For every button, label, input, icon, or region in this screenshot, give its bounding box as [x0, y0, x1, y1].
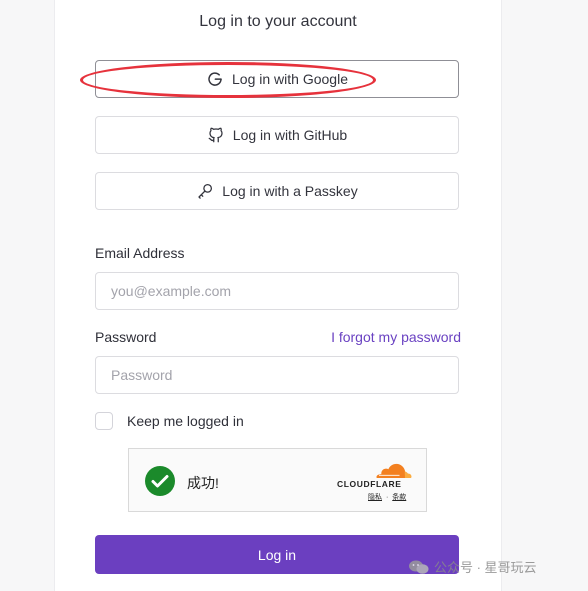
keep-logged-in-checkbox[interactable] [95, 412, 113, 430]
forgot-password-link[interactable]: I forgot my password [331, 329, 461, 345]
wechat-icon [408, 559, 430, 575]
watermark-text: 公众号 · 星哥玩云 [434, 560, 537, 575]
password-label: Password [95, 329, 157, 345]
github-login-label: Log in with GitHub [232, 127, 348, 143]
terms-link[interactable]: 条款 [392, 494, 406, 501]
check-circle-icon [145, 466, 175, 496]
captcha-status: 成功! [187, 475, 219, 491]
privacy-link[interactable]: 隐私 [368, 494, 382, 501]
page-title: Log in to your account [199, 13, 357, 30]
passkey-login-button[interactable]: Log in with a Passkey [95, 172, 459, 210]
cloudflare-logo-icon [375, 461, 413, 479]
cloudflare-brand: CLOUDFLARE [337, 479, 402, 489]
login-card: Log in to your account Log in with Googl… [54, 0, 502, 591]
google-login-button[interactable]: Log in with Google [95, 60, 459, 98]
cloudflare-captcha: 成功! CLOUDFLARE 隐私 · 条款 [128, 448, 427, 512]
watermark: 公众号 · 星哥玩云 [408, 557, 537, 576]
google-icon [206, 70, 224, 88]
email-field[interactable] [95, 272, 459, 310]
password-field[interactable] [95, 356, 459, 394]
email-label: Email Address [95, 245, 185, 261]
github-login-button[interactable]: Log in with GitHub [95, 116, 459, 154]
github-icon [207, 126, 225, 144]
key-icon [196, 182, 214, 200]
captcha-links: 隐私 · 条款 [368, 492, 406, 502]
keep-logged-in-label: Keep me logged in [127, 413, 244, 429]
passkey-login-label: Log in with a Passkey [222, 183, 358, 199]
google-login-label: Log in with Google [232, 71, 348, 87]
login-submit-button[interactable]: Log in [95, 535, 459, 574]
link-separator: · [385, 494, 389, 501]
